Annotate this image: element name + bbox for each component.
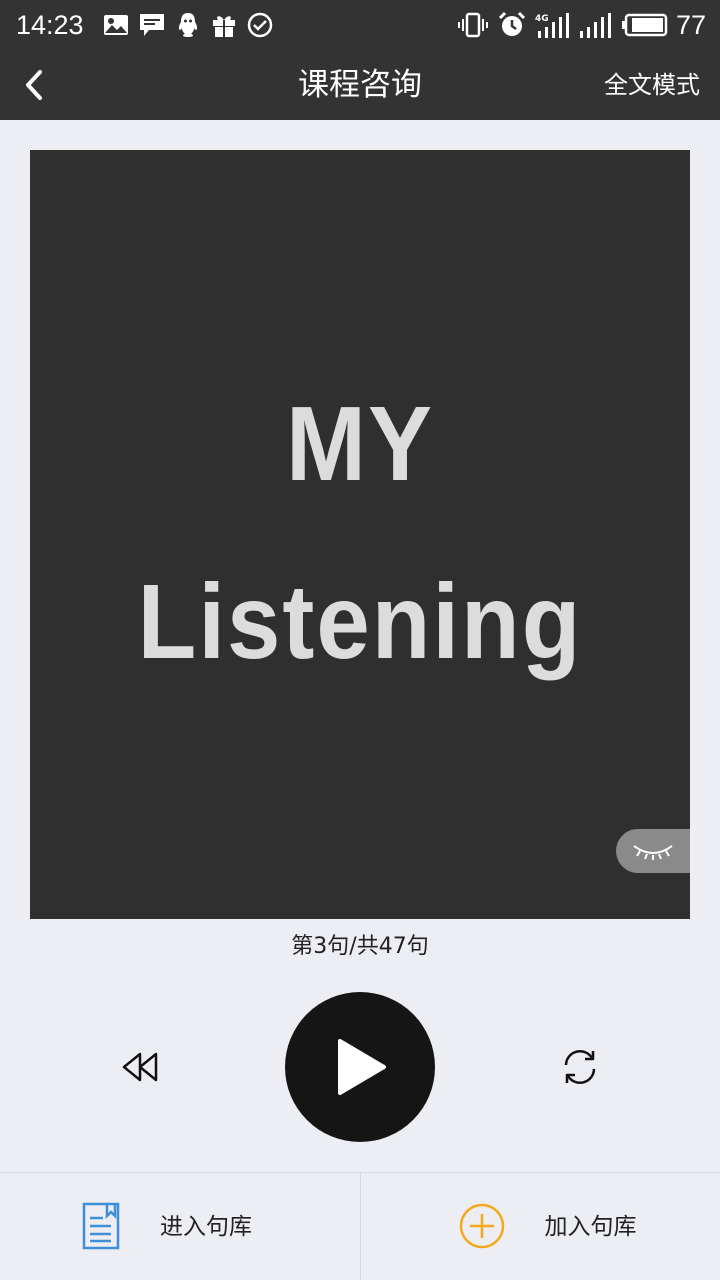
closed-eye-icon [633, 845, 673, 860]
gift-icon [210, 11, 238, 39]
svg-text:4G: 4G [535, 14, 549, 24]
enter-sentence-bank-button[interactable]: 进入句库 [0, 1173, 360, 1280]
status-time: 14:23 [16, 9, 84, 40]
play-button[interactable] [285, 992, 435, 1142]
add-to-sentence-bank-button[interactable]: 加入句库 [359, 1173, 720, 1280]
check-circle-icon [246, 11, 274, 39]
image-icon [102, 11, 130, 39]
alarm-icon [498, 11, 526, 39]
status-right: 4G 77 [456, 10, 706, 41]
bottom-bar: 进入句库 加入句库 [0, 1172, 720, 1280]
signal-4g-icon: 4G [534, 11, 570, 39]
cover-title-line1: MY [286, 385, 434, 504]
back-button[interactable] [12, 60, 56, 110]
enter-sentence-bank-label: 进入句库 [160, 1214, 252, 1240]
chevron-left-icon [26, 70, 42, 100]
rewind-icon [122, 1052, 158, 1082]
rewind-button[interactable] [116, 1044, 164, 1090]
battery-level: 77 [675, 9, 706, 40]
status-bar: 14:23 4G 77 [0, 0, 720, 50]
sentence-counter: 第3句/共47句 [291, 934, 429, 959]
cover-title-line2: Listening [137, 563, 583, 682]
loop-icon [564, 1049, 596, 1085]
document-icon [76, 1201, 126, 1251]
loop-button[interactable] [556, 1044, 604, 1090]
cover-image: MY Listening [30, 150, 690, 919]
hide-text-toggle[interactable] [616, 829, 690, 873]
app-header: 课程咨询 全文模式 [0, 50, 720, 120]
status-left: 14:23 [16, 10, 282, 41]
add-circle-icon [457, 1201, 507, 1251]
fulltext-mode-button[interactable]: 全文模式 [604, 50, 700, 120]
signal-icon [578, 11, 614, 39]
add-to-sentence-bank-label: 加入句库 [544, 1214, 637, 1240]
battery-icon [621, 11, 668, 39]
play-icon [338, 1039, 386, 1095]
message-icon [138, 11, 166, 39]
vibrate-icon [456, 11, 490, 39]
qq-icon [174, 11, 202, 39]
